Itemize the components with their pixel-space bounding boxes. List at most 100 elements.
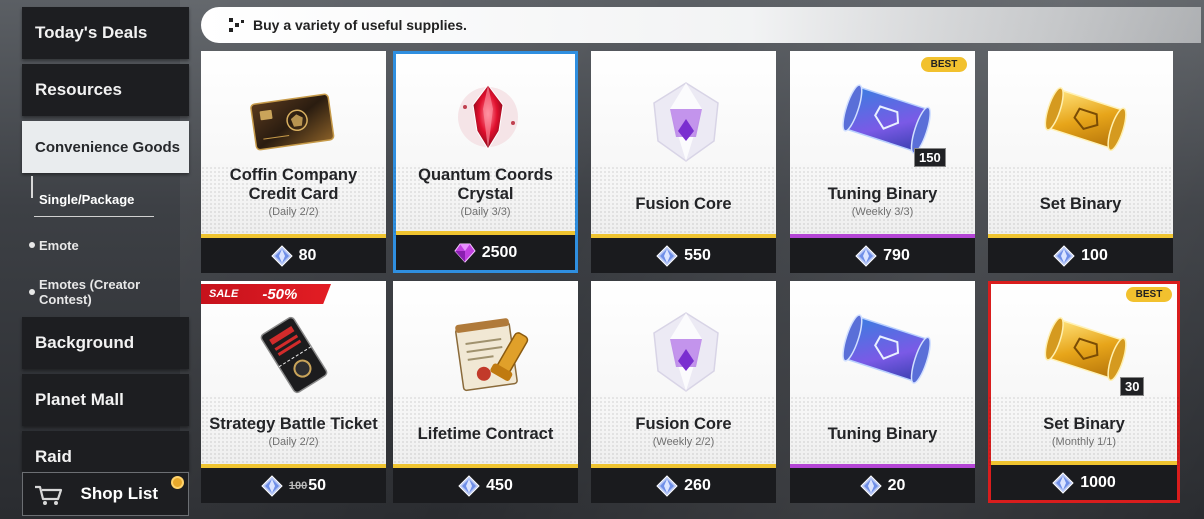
subcategory-single-package[interactable]: Single/Package (39, 192, 134, 207)
set-binary-scroll-icon (1044, 87, 1127, 152)
price-value: 50 (308, 476, 327, 494)
fusion-core-icon (653, 312, 719, 392)
shop-description-banner: Buy a variety of useful supplies. (201, 7, 1201, 43)
shop-item-card[interactable]: SALE -50% Strategy Battle Ticket (Daily … (201, 281, 386, 503)
shop-item-card-highlighted[interactable]: BEST 30 Set Binary (Monthly 1/1) 1000 (988, 281, 1180, 503)
category-planet-mall[interactable]: Planet Mall (22, 374, 189, 426)
price-bar: 790 (790, 238, 975, 273)
purchase-limit: (Weekly 3/3) (851, 206, 914, 218)
shop-list-button[interactable]: Shop List (22, 472, 189, 516)
sale-badge: SALE -50% (201, 284, 331, 304)
purchase-limit: (Daily 2/2) (268, 436, 319, 448)
crystal-gem-icon (859, 474, 882, 497)
category-todays-deals[interactable]: Today's Deals (22, 7, 189, 59)
price-bar: 450 (393, 468, 578, 503)
category-label: Convenience Goods (35, 138, 181, 156)
price-value: 20 (887, 476, 906, 494)
shop-item-card[interactable]: Coffin Company Credit Card (Daily 2/2) 8… (201, 51, 386, 273)
item-name: Strategy Battle Ticket (209, 415, 378, 433)
category-label: Today's Deals (35, 23, 148, 42)
price-bar: 20 (790, 468, 975, 503)
price-value: 80 (298, 246, 317, 264)
pointer-icon (229, 18, 244, 32)
price-bar: 100 50 (201, 468, 386, 503)
item-name: Fusion Core (635, 195, 732, 213)
quantity-badge: 150 (914, 148, 946, 167)
bullet-icon (29, 242, 35, 248)
crystal-gem-icon (1052, 471, 1074, 494)
price-value: 550 (684, 246, 711, 264)
item-name: Lifetime Contract (417, 425, 554, 443)
crystal-gem-icon (458, 474, 480, 497)
crystal-gem-icon (261, 474, 283, 497)
category-sidebar: Today's Deals Resources Convenience Good… (0, 0, 195, 519)
crystal-gem-icon (656, 244, 678, 267)
category-label: Background (35, 333, 135, 352)
purchase-limit: (Monthly 1/1) (1051, 436, 1117, 448)
shop-item-card[interactable]: Tuning Binary 20 (790, 281, 975, 503)
fusion-core-icon (653, 82, 719, 162)
shop-item-card[interactable]: Lifetime Contract 450 (393, 281, 578, 503)
quantity-badge: 30 (1120, 377, 1145, 396)
crystal-gem-icon (270, 244, 293, 267)
credit-card-icon (250, 93, 335, 151)
shop-list-label: Shop List (80, 484, 158, 503)
price-value: 450 (486, 476, 513, 494)
price-bar: 80 (201, 238, 386, 273)
price-bar: 1000 (991, 465, 1177, 500)
item-name: Set Binary (1043, 415, 1125, 433)
subcategory-connector-line (31, 176, 33, 198)
notification-dot-icon (171, 476, 184, 489)
shopping-cart-icon (35, 485, 63, 505)
category-resources[interactable]: Resources (22, 64, 189, 116)
subcategory-emotes-creator-contest[interactable]: Emotes (Creator Contest) (39, 277, 159, 307)
best-badge: BEST (1126, 287, 1172, 302)
category-label: Resources (35, 80, 122, 99)
subcategory-emote[interactable]: Emote (39, 238, 79, 253)
best-badge: BEST (921, 57, 967, 72)
item-name: Fusion Core (635, 415, 732, 433)
price-value: 2500 (481, 243, 518, 261)
price-bar: 2500 (396, 235, 575, 270)
category-convenience-goods[interactable]: Convenience Goods (22, 121, 189, 173)
item-name: Tuning Binary (827, 185, 938, 203)
item-name: Tuning Binary (827, 425, 938, 443)
price-value: 790 (883, 246, 910, 264)
shop-item-card[interactable]: BEST 150 Tuning Binary (Weekly 3/3) 790 (790, 51, 975, 273)
price-value: 100 (1081, 246, 1108, 264)
crystal-gem-icon (656, 474, 678, 497)
contract-scroll-icon (455, 318, 529, 392)
price-bar: 100 (988, 238, 1173, 273)
shop-item-card[interactable]: Fusion Core (Weekly 2/2) 260 (591, 281, 776, 503)
shop-item-card-selected[interactable]: Quantum Coords Crystal (Daily 3/3) 2500 (393, 51, 578, 273)
bullet-icon (29, 289, 35, 295)
category-label: Raid (35, 447, 72, 466)
sale-label: SALE (209, 288, 239, 300)
category-raid[interactable]: Raid (22, 431, 189, 471)
tuning-binary-scroll-icon (842, 314, 931, 384)
item-name: Coffin Company Credit Card (229, 166, 358, 203)
price-value: 260 (684, 476, 711, 494)
crystal-gem-icon (855, 244, 877, 267)
price-bar: 550 (591, 238, 776, 273)
battle-ticket-icon (260, 316, 328, 394)
red-crystal-icon (458, 84, 518, 150)
purchase-limit: (Weekly 2/2) (652, 436, 715, 448)
shop-item-card[interactable]: Fusion Core 550 (591, 51, 776, 273)
purple-gem-icon (454, 243, 476, 263)
crystal-gem-icon (1053, 244, 1075, 267)
price-value: 1000 (1080, 473, 1116, 491)
item-name: Set Binary (1039, 195, 1122, 213)
original-price: 100 (288, 479, 308, 492)
category-label: Planet Mall (35, 390, 124, 409)
purchase-limit: (Daily 2/2) (268, 206, 319, 218)
purchase-limit: (Daily 3/3) (460, 206, 511, 218)
price-bar: 260 (591, 468, 776, 503)
banner-text: Buy a variety of useful supplies. (253, 17, 467, 33)
subcategory-underline (34, 216, 154, 217)
sale-discount: -50% (262, 285, 298, 303)
set-binary-scroll-icon (1044, 317, 1127, 382)
item-name: Quantum Coords Crystal (418, 166, 553, 203)
category-background[interactable]: Background (22, 317, 189, 369)
shop-item-card[interactable]: Set Binary 100 (988, 51, 1173, 273)
